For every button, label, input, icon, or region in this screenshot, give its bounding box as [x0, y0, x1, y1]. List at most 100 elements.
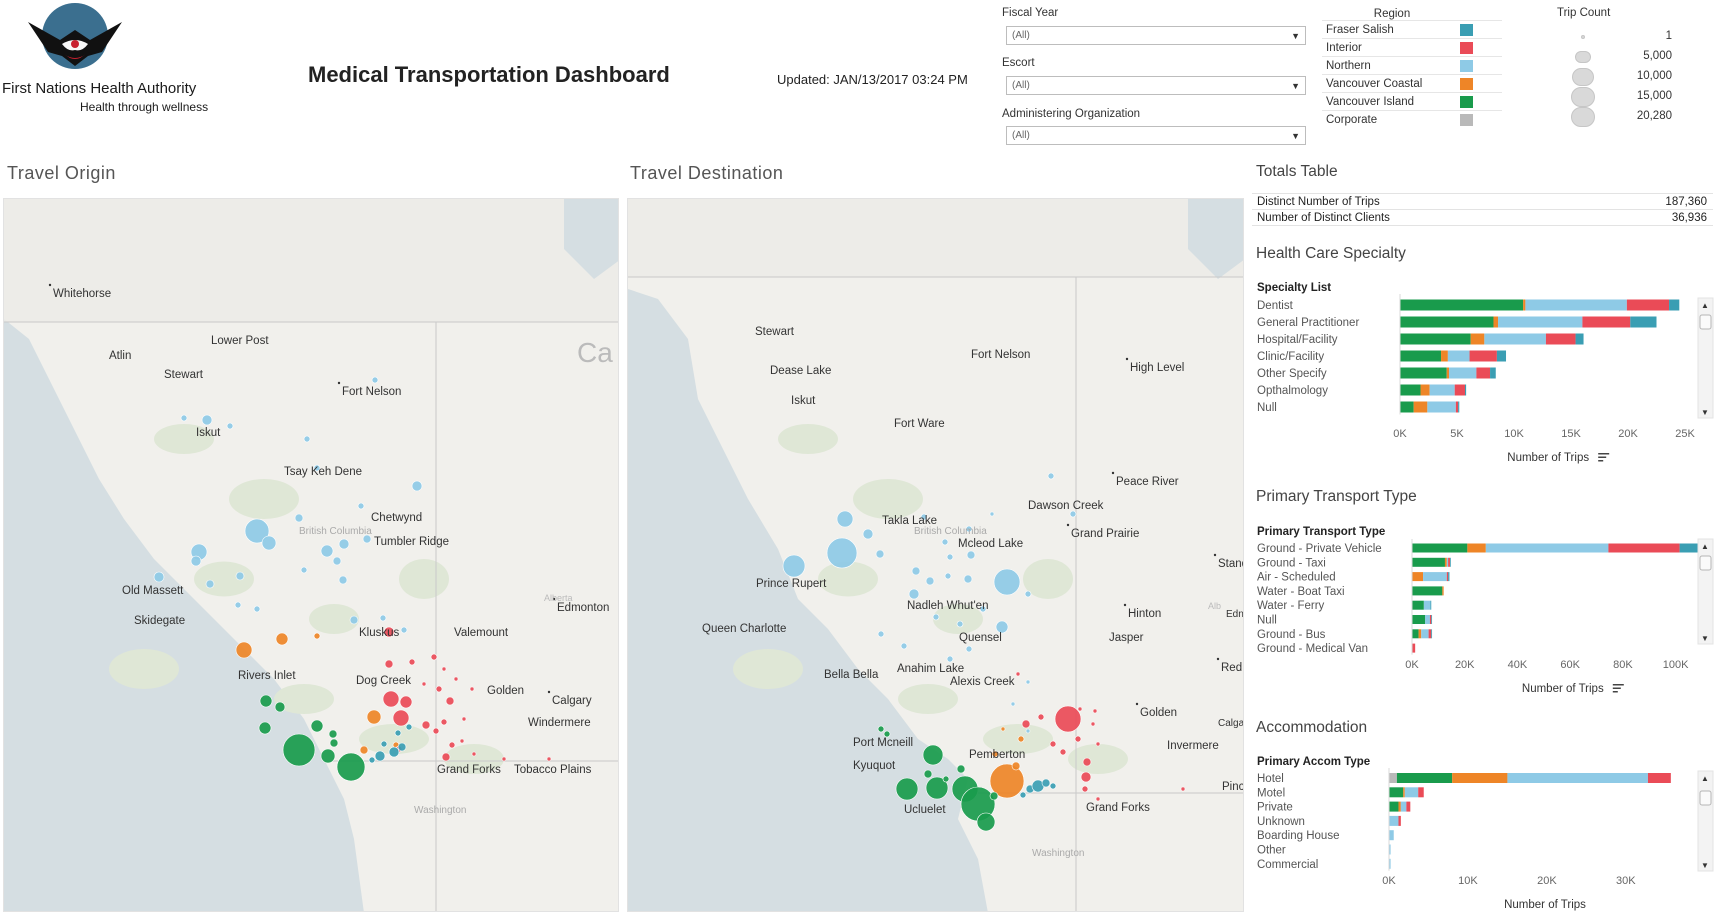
trip-bubble[interactable] [366, 709, 382, 725]
trip-bubble[interactable] [1049, 740, 1057, 748]
scroll-up-icon[interactable]: ▲ [1701, 301, 1709, 310]
trip-bubble[interactable] [336, 752, 366, 782]
bar-segment[interactable] [1412, 557, 1445, 567]
bar-segment[interactable] [1442, 586, 1444, 596]
bar-segment[interactable] [1454, 384, 1465, 396]
trip-bubble[interactable] [908, 588, 920, 600]
bar-segment[interactable] [1429, 384, 1455, 396]
trip-bubble[interactable] [1041, 778, 1051, 788]
trip-bubble[interactable] [394, 729, 402, 737]
trip-bubble[interactable] [1081, 785, 1089, 793]
scroll-down-icon[interactable]: ▼ [1701, 408, 1709, 417]
trip-bubble[interactable] [384, 659, 394, 669]
trip-bubble[interactable] [1074, 735, 1082, 743]
fiscal-year-dropdown[interactable]: (All) ▼ [1006, 26, 1306, 45]
trip-bubble[interactable] [445, 696, 455, 706]
trip-bubble[interactable] [226, 422, 234, 430]
trip-bubble[interactable] [275, 632, 289, 646]
bar-segment[interactable] [1446, 572, 1449, 582]
trip-bubble[interactable] [1059, 748, 1067, 756]
trip-bubble[interactable] [1010, 701, 1016, 707]
trip-bubble[interactable] [253, 605, 261, 613]
trip-bubble[interactable] [380, 740, 388, 748]
trip-bubble[interactable] [440, 718, 448, 726]
bar-segment[interactable] [1444, 557, 1447, 567]
trip-bubble[interactable] [963, 574, 973, 584]
trip-bubble[interactable] [925, 576, 935, 586]
bar-segment[interactable] [1446, 367, 1450, 379]
bar-segment[interactable] [1403, 787, 1405, 798]
trip-bubble[interactable] [435, 685, 443, 693]
bar-segment[interactable] [1412, 543, 1468, 553]
bar-segment[interactable] [1427, 401, 1456, 413]
trip-bubble[interactable] [332, 556, 342, 566]
trip-bubble[interactable] [942, 775, 950, 783]
trip-bubble[interactable] [397, 742, 407, 752]
travel-origin-map[interactable]: Whitehorse Lower Post Atlin Stewart Fort Nel… [3, 198, 619, 912]
trip-bubble[interactable] [900, 642, 908, 650]
sort-icon[interactable] [1612, 684, 1624, 693]
trip-bubble[interactable] [1015, 671, 1021, 677]
bar-segment[interactable] [1449, 557, 1451, 567]
trip-bubble[interactable] [274, 701, 286, 713]
bar-segment[interactable] [1464, 384, 1467, 396]
bar-segment[interactable] [1418, 787, 1424, 798]
trip-bubble[interactable] [1011, 761, 1021, 771]
trip-bubble[interactable] [190, 555, 202, 567]
trip-bubble[interactable] [941, 538, 949, 546]
trip-bubble[interactable] [374, 750, 386, 762]
trip-bubble[interactable] [877, 630, 885, 638]
trip-bubble[interactable] [1000, 726, 1006, 732]
bar-segment[interactable] [1389, 787, 1404, 798]
trip-bubble[interactable] [956, 620, 964, 628]
bar-segment[interactable] [1582, 316, 1631, 328]
bar-segment[interactable] [1412, 629, 1419, 639]
trip-bubble[interactable] [349, 615, 359, 625]
trip-bubble[interactable] [205, 579, 215, 589]
bar-segment[interactable] [1389, 815, 1399, 826]
bar-segment[interactable] [1400, 801, 1407, 812]
trip-bubble[interactable] [400, 626, 408, 634]
trip-bubble[interactable] [448, 741, 456, 749]
scroll-down-icon[interactable]: ▼ [1701, 634, 1709, 643]
bar-segment[interactable] [1525, 299, 1627, 311]
bar-segment[interactable] [1493, 316, 1499, 328]
bar-segment[interactable] [1496, 350, 1507, 362]
trip-bubble[interactable] [1095, 741, 1101, 747]
bar-segment[interactable] [1412, 572, 1424, 582]
bar-segment[interactable] [1626, 299, 1670, 311]
trip-bubble[interactable] [459, 738, 465, 744]
trip-bubble[interactable] [989, 791, 999, 801]
trip-bubble[interactable] [1090, 721, 1096, 727]
bar-segment[interactable] [1647, 773, 1671, 783]
trip-bubble[interactable] [826, 537, 858, 569]
trip-bubble[interactable] [1047, 472, 1055, 480]
bar-segment[interactable] [1421, 629, 1429, 639]
bar-segment[interactable] [1412, 586, 1443, 596]
bar-segment[interactable] [1400, 401, 1414, 413]
trip-bubble[interactable] [282, 733, 316, 767]
trip-bubble[interactable] [261, 535, 277, 551]
trip-bubble[interactable] [259, 694, 273, 708]
trip-bubble[interactable] [944, 572, 952, 580]
trip-bubble[interactable] [235, 641, 253, 659]
bar-segment[interactable] [1398, 801, 1401, 812]
trip-bubble[interactable] [836, 510, 854, 528]
trip-bubble[interactable] [1021, 719, 1031, 729]
sort-icon[interactable] [1598, 453, 1610, 462]
bar-segment[interactable] [1448, 572, 1450, 582]
bar-segment[interactable] [1545, 333, 1576, 345]
trip-bubble[interactable] [1054, 705, 1082, 733]
trip-bubble[interactable] [359, 745, 369, 755]
scroll-thumb[interactable] [1699, 314, 1712, 330]
bar-segment[interactable] [1389, 773, 1397, 783]
region-legend-item[interactable]: Interior [1322, 38, 1502, 56]
origin-map-canvas[interactable]: Whitehorse Lower Post Atlin Stewart Fort Nel… [4, 199, 619, 912]
trip-bubble[interactable] [371, 376, 379, 384]
trip-bubble[interactable] [313, 632, 321, 640]
trip-bubble[interactable] [1077, 706, 1083, 712]
chart-scrollbar[interactable]: ▲▼ [1697, 770, 1714, 872]
bar-segment[interactable] [1406, 801, 1411, 812]
bar-segment[interactable] [1441, 350, 1448, 362]
bar-segment[interactable] [1430, 600, 1432, 610]
